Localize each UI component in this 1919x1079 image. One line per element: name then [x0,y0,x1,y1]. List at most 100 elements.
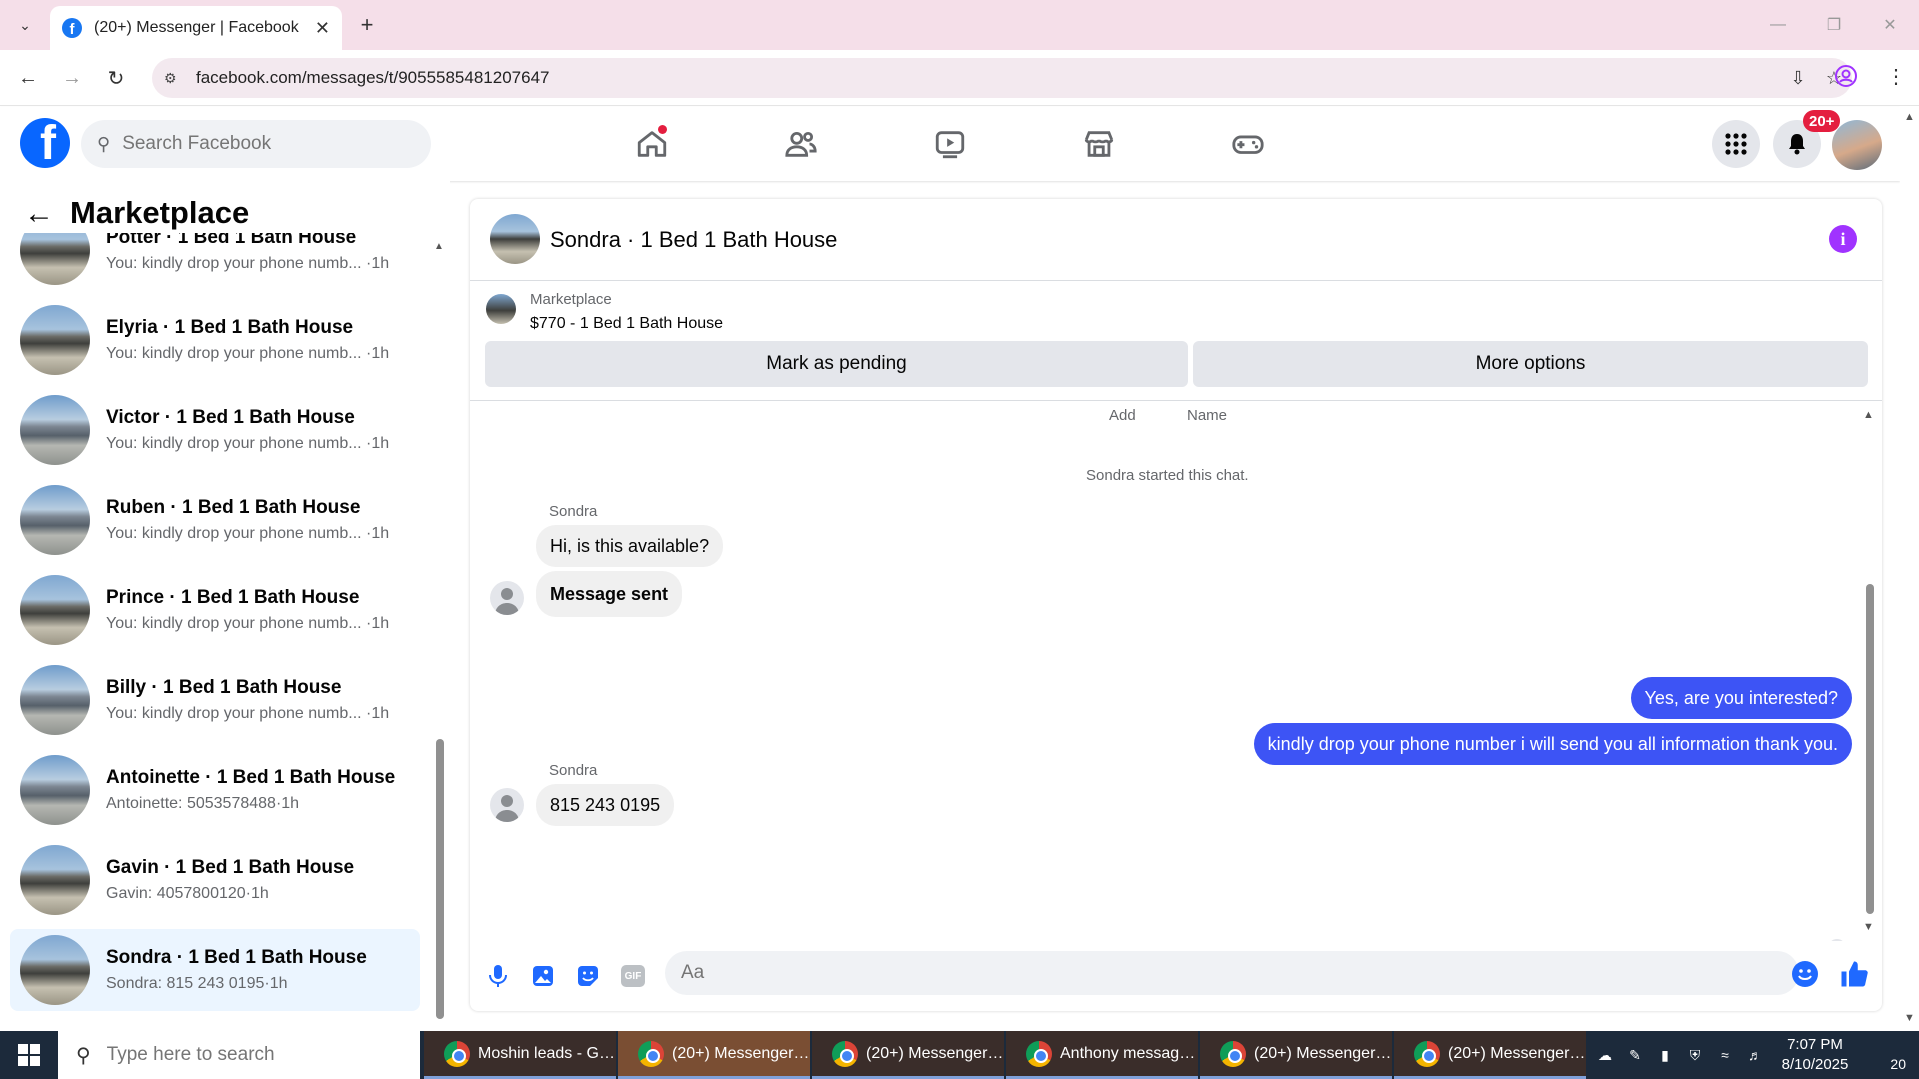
sticker-icon [578,966,598,986]
conversation-preview: You: kindly drop your phone numb... [106,435,362,452]
notification-center-button[interactable]: 20 [1872,1038,1906,1072]
conversation-item-active[interactable]: Sondra · 1 Bed 1 Bath House Sondra: 815 … [10,929,420,1011]
incoming-message[interactable]: Message sent [536,571,683,617]
conversation-name: Sondra · 1 Bed 1 Bath House [106,947,367,968]
scrollbar-thumb[interactable] [1866,584,1874,914]
avatar [20,575,90,645]
marketplace-chat-list: ← Marketplace Potter · 1 Bed 1 Bath Hous… [0,181,450,1079]
kebab-menu-icon[interactable]: ⋮ [1880,60,1912,92]
outgoing-message[interactable]: Yes, are you interested? [1630,677,1852,719]
listing-price[interactable]: $770 - 1 Bed 1 Bath House [530,315,723,333]
sender-avatar[interactable] [490,581,524,615]
avatar [20,845,90,915]
install-app-icon[interactable]: ⇩ [1780,68,1816,89]
gif-button[interactable]: GIF [618,961,648,991]
scroll-up-icon[interactable]: ▲ [434,241,444,252]
avatar [20,485,90,555]
mark-as-pending-button[interactable]: Mark as pending [485,341,1188,387]
restore-button[interactable]: ❐ [1814,10,1854,40]
outgoing-message[interactable]: kindly drop your phone number i will sen… [1253,723,1852,765]
conversation-item[interactable]: Ruben · 1 Bed 1 Bath House You: kindly d… [10,479,420,561]
browser-tab-active[interactable]: f (20+) Messenger | Facebook ✕ [50,6,342,50]
start-button[interactable] [0,1031,58,1079]
chat-title[interactable]: Sondra · 1 Bed 1 Bath House [550,227,837,253]
incoming-message[interactable]: 815 243 0195 [536,784,675,826]
reload-button[interactable]: ↻ [100,62,132,94]
chat-avatar[interactable] [490,214,540,264]
scroll-up-icon[interactable]: ▲ [1904,111,1915,123]
close-window-button[interactable]: ✕ [1870,10,1910,40]
listing-thumbnail[interactable] [486,294,516,324]
conversation-item[interactable]: Gavin · 1 Bed 1 Bath House Gavin: 405780… [10,839,420,921]
voice-clip-button[interactable] [483,961,513,991]
minimize-button[interactable]: — [1758,10,1798,40]
emoji-icon[interactable] [1792,961,1818,987]
taskbar-search[interactable]: ⚲ [58,1031,420,1079]
page-scrollbar[interactable]: ▲ ▼ [1900,107,1919,1031]
tab-search-button[interactable]: ⌄ [10,10,40,40]
nav-marketplace[interactable] [1071,122,1127,166]
taskbar-app[interactable]: (20+) Messenger | ... [812,1031,1004,1079]
conversation-list-scrollbar[interactable]: ▲ ▼ [434,241,446,1079]
panel-title: Marketplace [70,195,250,230]
conversation-item[interactable]: Elyria · 1 Bed 1 Bath House You: kindly … [10,299,420,381]
taskbar-app[interactable]: Moshin leads - Go... [424,1031,616,1079]
site-settings-icon[interactable]: ⚙ [164,70,184,87]
taskbar-clock[interactable]: 7:07 PM 8/10/2025 [1770,1035,1860,1075]
conversation-item[interactable]: Billy · 1 Bed 1 Bath House You: kindly d… [10,659,420,741]
battery-icon[interactable]: ▮ [1650,1047,1680,1064]
search-icon: ⚲ [97,133,111,154]
nav-gaming[interactable] [1220,122,1276,166]
volume-icon[interactable]: ♬ [1740,1047,1770,1063]
conversation-item[interactable]: Potter · 1 Bed 1 Bath House You: kindly … [10,233,420,291]
facebook-search-input[interactable] [122,133,393,155]
back-arrow-icon[interactable]: ← [24,197,54,231]
conversation-item[interactable]: Victor · 1 Bed 1 Bath House You: kindly … [10,389,420,471]
incoming-message[interactable]: Hi, is this available? [536,525,724,567]
name-label[interactable]: Name [1187,407,1227,424]
conversation-item[interactable]: Prince · 1 Bed 1 Bath House You: kindly … [10,569,420,651]
message-thread-scrollbar[interactable]: ▲ ▼ [1863,409,1877,939]
nav-friends[interactable] [773,122,829,166]
scroll-down-icon[interactable]: ▼ [1863,921,1874,933]
new-tab-button[interactable]: + [352,10,382,40]
friends-icon [785,131,817,157]
security-shield-icon[interactable]: ⛨ [1680,1047,1710,1064]
clock-date: 8/10/2025 [1781,1056,1849,1073]
grid-menu-icon [1725,133,1747,155]
taskbar-app-active[interactable]: (20+) Messenger | ... [618,1031,810,1079]
profile-icon[interactable] [1830,60,1862,92]
scroll-up-icon[interactable]: ▲ [1863,409,1874,421]
add-label[interactable]: Add [1109,407,1136,424]
forward-button[interactable]: → [56,62,88,94]
taskbar-app[interactable]: (20+) Messenger | ... [1200,1031,1392,1079]
attach-photo-button[interactable] [528,961,558,991]
address-bar[interactable]: ⚙ facebook.com/messages/t/90555854812076… [152,58,1852,98]
pen-icon[interactable]: ✎ [1620,1047,1650,1064]
more-options-button[interactable]: More options [1193,341,1868,387]
message-input-box[interactable] [665,951,1799,995]
sticker-button[interactable] [573,961,603,991]
nav-watch[interactable] [922,122,978,166]
url-text[interactable]: facebook.com/messages/t/9055585481207647 [196,68,1780,88]
sender-avatar[interactable] [490,788,524,822]
person-icon [495,795,519,822]
account-avatar[interactable] [1832,120,1882,170]
cloud-icon[interactable]: ☁ [1590,1047,1620,1064]
taskbar-app[interactable]: (20+) Messenger | ... [1394,1031,1586,1079]
taskbar-app[interactable]: Anthony message... [1006,1031,1198,1079]
nav-home[interactable] [624,122,680,166]
facebook-logo[interactable]: f [20,118,70,168]
back-button[interactable]: ← [12,62,44,94]
message-input[interactable] [681,962,1731,984]
conversation-item[interactable]: Antoinette · 1 Bed 1 Bath House Antoinet… [10,749,420,831]
scrollbar-thumb[interactable] [436,739,444,1019]
close-tab-icon[interactable]: ✕ [315,18,330,39]
scroll-down-icon[interactable]: ▼ [1904,1012,1915,1024]
send-like-button[interactable] [1837,957,1871,991]
facebook-search[interactable]: ⚲ [81,120,431,168]
menu-button[interactable] [1712,120,1760,168]
taskbar-search-input[interactable] [106,1044,387,1066]
info-icon[interactable]: i [1829,225,1857,253]
wifi-icon[interactable]: ≈ [1710,1047,1740,1063]
